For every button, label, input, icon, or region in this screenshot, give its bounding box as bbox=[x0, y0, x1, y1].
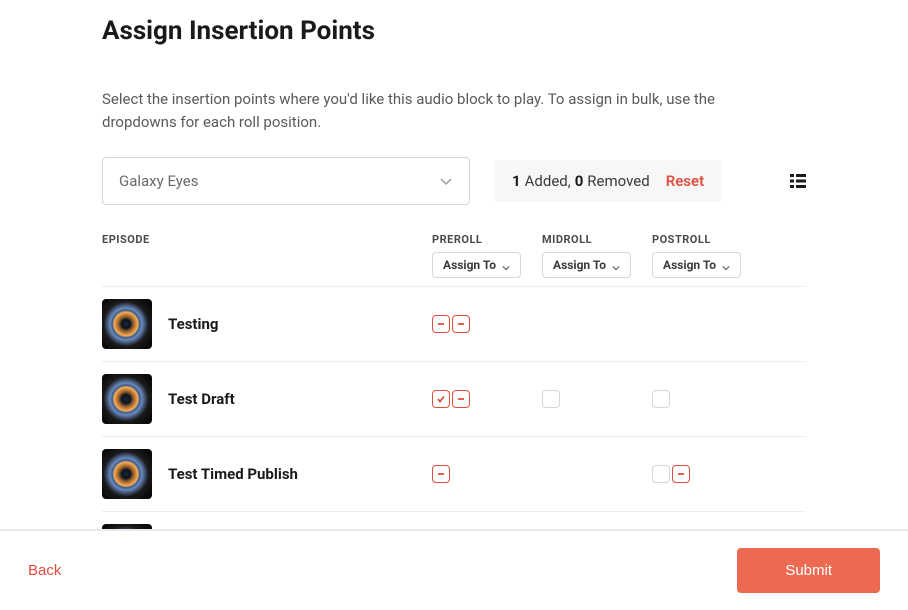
col-episode-header: EPISODE bbox=[102, 233, 432, 246]
episode-row: Test Draft bbox=[102, 361, 806, 436]
postroll-assign-dropdown[interactable]: Assign To bbox=[652, 252, 741, 278]
episode-info: Test Timed Publish bbox=[102, 449, 432, 499]
episode-title: Test Draft bbox=[168, 390, 235, 408]
col-preroll: PREROLL Assign To bbox=[432, 233, 542, 278]
assign-label: Assign To bbox=[553, 258, 606, 272]
back-button[interactable]: Back bbox=[28, 562, 61, 579]
chevron-down-icon bbox=[439, 174, 453, 188]
page-description: Select the insertion points where you'd … bbox=[102, 88, 732, 133]
postroll-slots bbox=[652, 390, 762, 408]
chevron-down-icon bbox=[502, 261, 510, 269]
episode-row: Testing bbox=[102, 286, 806, 361]
slot-minus[interactable] bbox=[452, 390, 470, 408]
removed-label: Removed bbox=[587, 172, 649, 190]
preroll-slots bbox=[432, 315, 542, 333]
episode-thumbnail bbox=[102, 299, 152, 349]
episodes-list: Testing Test Draft Test Timed Publish Test … bbox=[102, 286, 806, 530]
episode-row: Test - Safari bbox=[102, 511, 806, 530]
removed-count: 0 bbox=[575, 172, 584, 190]
chevron-down-icon bbox=[612, 261, 620, 269]
slot-empty[interactable] bbox=[542, 390, 560, 408]
preroll-slots bbox=[432, 465, 542, 483]
assign-label: Assign To bbox=[443, 258, 496, 272]
reset-button[interactable]: Reset bbox=[666, 172, 704, 190]
episode-thumbnail bbox=[102, 449, 152, 499]
midroll-assign-dropdown[interactable]: Assign To bbox=[542, 252, 631, 278]
episode-info: Testing bbox=[102, 299, 432, 349]
table-header: EPISODE PREROLL Assign To MIDROLL Assign… bbox=[102, 233, 806, 278]
show-filter-dropdown[interactable]: Galaxy Eyes bbox=[102, 157, 470, 205]
slot-minus[interactable] bbox=[452, 315, 470, 333]
slot-minus[interactable] bbox=[432, 315, 450, 333]
preroll-slots bbox=[432, 390, 542, 408]
episode-title: Testing bbox=[168, 315, 218, 333]
col-postroll: POSTROLL Assign To bbox=[652, 233, 762, 278]
episode-thumbnail bbox=[102, 374, 152, 424]
slot-check[interactable] bbox=[432, 390, 450, 408]
view-toggle-icon[interactable] bbox=[790, 174, 806, 188]
slot-minus[interactable] bbox=[432, 465, 450, 483]
slot-empty[interactable] bbox=[652, 465, 670, 483]
midroll-label: MIDROLL bbox=[542, 233, 652, 246]
slot-minus[interactable] bbox=[672, 465, 690, 483]
col-midroll: MIDROLL Assign To bbox=[542, 233, 652, 278]
show-filter-value: Galaxy Eyes bbox=[119, 172, 198, 190]
episode-row: Test Timed Publish bbox=[102, 436, 806, 511]
episode-title: Test Timed Publish bbox=[168, 465, 298, 483]
preroll-assign-dropdown[interactable]: Assign To bbox=[432, 252, 521, 278]
episode-info: Test Draft bbox=[102, 374, 432, 424]
midroll-slots bbox=[542, 390, 652, 408]
page-title: Assign Insertion Points bbox=[102, 16, 806, 46]
postroll-slots bbox=[652, 465, 762, 483]
chevron-down-icon bbox=[722, 261, 730, 269]
added-count: 1 bbox=[512, 172, 521, 190]
footer: Back Submit bbox=[0, 530, 908, 610]
submit-button[interactable]: Submit bbox=[737, 548, 880, 593]
controls-row: Galaxy Eyes 1 Added, 0 Removed Reset bbox=[102, 157, 806, 205]
added-label: Added, bbox=[525, 172, 571, 190]
status-pill: 1 Added, 0 Removed Reset bbox=[494, 160, 722, 202]
assign-label: Assign To bbox=[663, 258, 716, 272]
slot-empty[interactable] bbox=[652, 390, 670, 408]
preroll-label: PREROLL bbox=[432, 233, 542, 246]
postroll-label: POSTROLL bbox=[652, 233, 762, 246]
